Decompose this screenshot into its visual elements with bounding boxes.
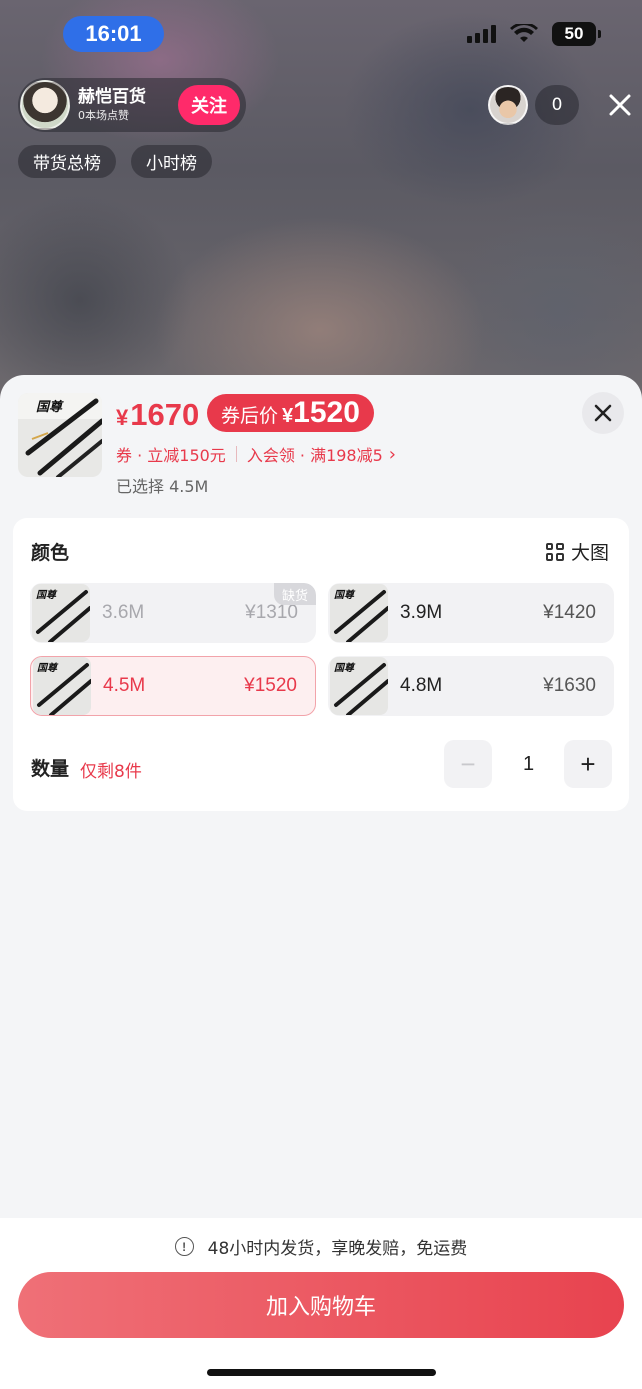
info-icon: ! <box>174 1237 194 1256</box>
follow-button[interactable]: 关注 <box>178 85 240 125</box>
svg-text:国尊: 国尊 <box>37 662 59 674</box>
coupon-price-badge: 券后价 ¥1520 <box>207 394 374 432</box>
svg-text:国尊: 国尊 <box>334 662 356 674</box>
option-label: 3.6M <box>102 602 145 623</box>
stock-remaining: 仅剩8件 <box>80 762 142 782</box>
shipping-note-text: 48小时内发货，享晚发赔，免运费 <box>207 1239 468 1259</box>
option-price: ¥1420 <box>543 602 596 623</box>
status-time: 16:01 <box>63 16 164 52</box>
shipping-note: ! 48小时内发货，享晚发赔，免运费 <box>0 1234 642 1259</box>
option-label: 4.5M <box>103 675 146 696</box>
spec-option-4-5m[interactable]: 国尊 4.5M ¥1520 <box>30 656 316 716</box>
selected-spec: 已选择 4.5M <box>116 477 209 496</box>
quantity-label: 数量 <box>31 758 70 780</box>
member-discount-text: 入会领 · 满198减5 <box>246 446 383 465</box>
option-label: 4.8M <box>400 675 443 696</box>
anchor-likes: 0本场点赞 <box>78 109 129 122</box>
product-thumbnail[interactable]: 国尊 <box>18 393 102 477</box>
anchor-name: 赫恺百货 <box>78 87 146 107</box>
rank-tag-sales[interactable]: 带货总榜 <box>18 145 116 178</box>
close-sheet-button[interactable] <box>582 392 624 434</box>
anchor-info[interactable]: 赫恺百货 0本场点赞 关注 <box>18 78 246 132</box>
option-price: ¥1310 <box>245 602 298 623</box>
coupon-discount-text: 券 · 立减150元 <box>116 446 226 465</box>
option-thumbnail: 国尊 <box>330 584 388 642</box>
option-thumbnail: 国尊 <box>330 657 388 715</box>
chevron-right-icon: › <box>388 443 396 465</box>
thumb-brand-text: 国尊 <box>36 399 64 415</box>
spec-option-4-8m[interactable]: 国尊 4.8M ¥1630 <box>328 656 614 716</box>
wifi-icon <box>510 24 538 42</box>
sheet-footer: ! 48小时内发货，享晚发赔，免运费 加入购物车 <box>0 1218 642 1389</box>
rank-tag-hourly[interactable]: 小时榜 <box>131 145 212 178</box>
viewer-avatar[interactable] <box>488 85 528 125</box>
close-live-icon[interactable] <box>605 90 635 120</box>
option-price: ¥1520 <box>244 675 297 696</box>
close-icon <box>594 404 612 422</box>
quantity-increase-button[interactable]: + <box>564 740 612 788</box>
spec-card: 颜色 大图 国尊 3.6M ¥1310 缺货 国尊 3.9M ¥1420 国尊 <box>13 518 629 811</box>
status-icons: 50 <box>467 22 601 46</box>
option-label: 3.9M <box>400 602 443 623</box>
option-thumbnail: 国尊 <box>33 657 91 715</box>
option-price: ¥1630 <box>543 675 596 696</box>
big-image-toggle[interactable]: 大图 <box>545 538 609 565</box>
current-price: ¥1670 <box>116 397 200 432</box>
viewer-count[interactable]: 0 <box>535 85 579 125</box>
home-indicator[interactable] <box>207 1369 436 1376</box>
spec-title: 颜色 <box>31 542 70 564</box>
spec-option-3-6m[interactable]: 国尊 3.6M ¥1310 缺货 <box>30 583 316 643</box>
cellular-signal-icon <box>467 25 496 43</box>
soldout-badge: 缺货 <box>273 583 316 605</box>
svg-text:国尊: 国尊 <box>36 589 58 601</box>
svg-text:国尊: 国尊 <box>334 589 356 601</box>
anchor-avatar[interactable] <box>20 80 70 130</box>
live-video-background <box>0 0 642 420</box>
quantity-decrease-button[interactable]: − <box>444 740 492 788</box>
divider <box>235 446 237 462</box>
quantity-value[interactable]: 1 <box>493 740 564 788</box>
add-to-cart-button[interactable]: 加入购物车 <box>18 1272 624 1338</box>
sheet-header: 国尊 ¥1670 券后价 ¥1520 券 · 立减150元 入会领 · 满198减… <box>0 375 642 505</box>
grid-icon <box>545 542 564 561</box>
promo-line[interactable]: 券 · 立减150元 入会领 · 满198减5 › <box>116 442 396 466</box>
spec-option-3-9m[interactable]: 国尊 3.9M ¥1420 <box>328 583 614 643</box>
battery-icon: 50 <box>552 22 601 46</box>
option-thumbnail: 国尊 <box>32 584 90 642</box>
